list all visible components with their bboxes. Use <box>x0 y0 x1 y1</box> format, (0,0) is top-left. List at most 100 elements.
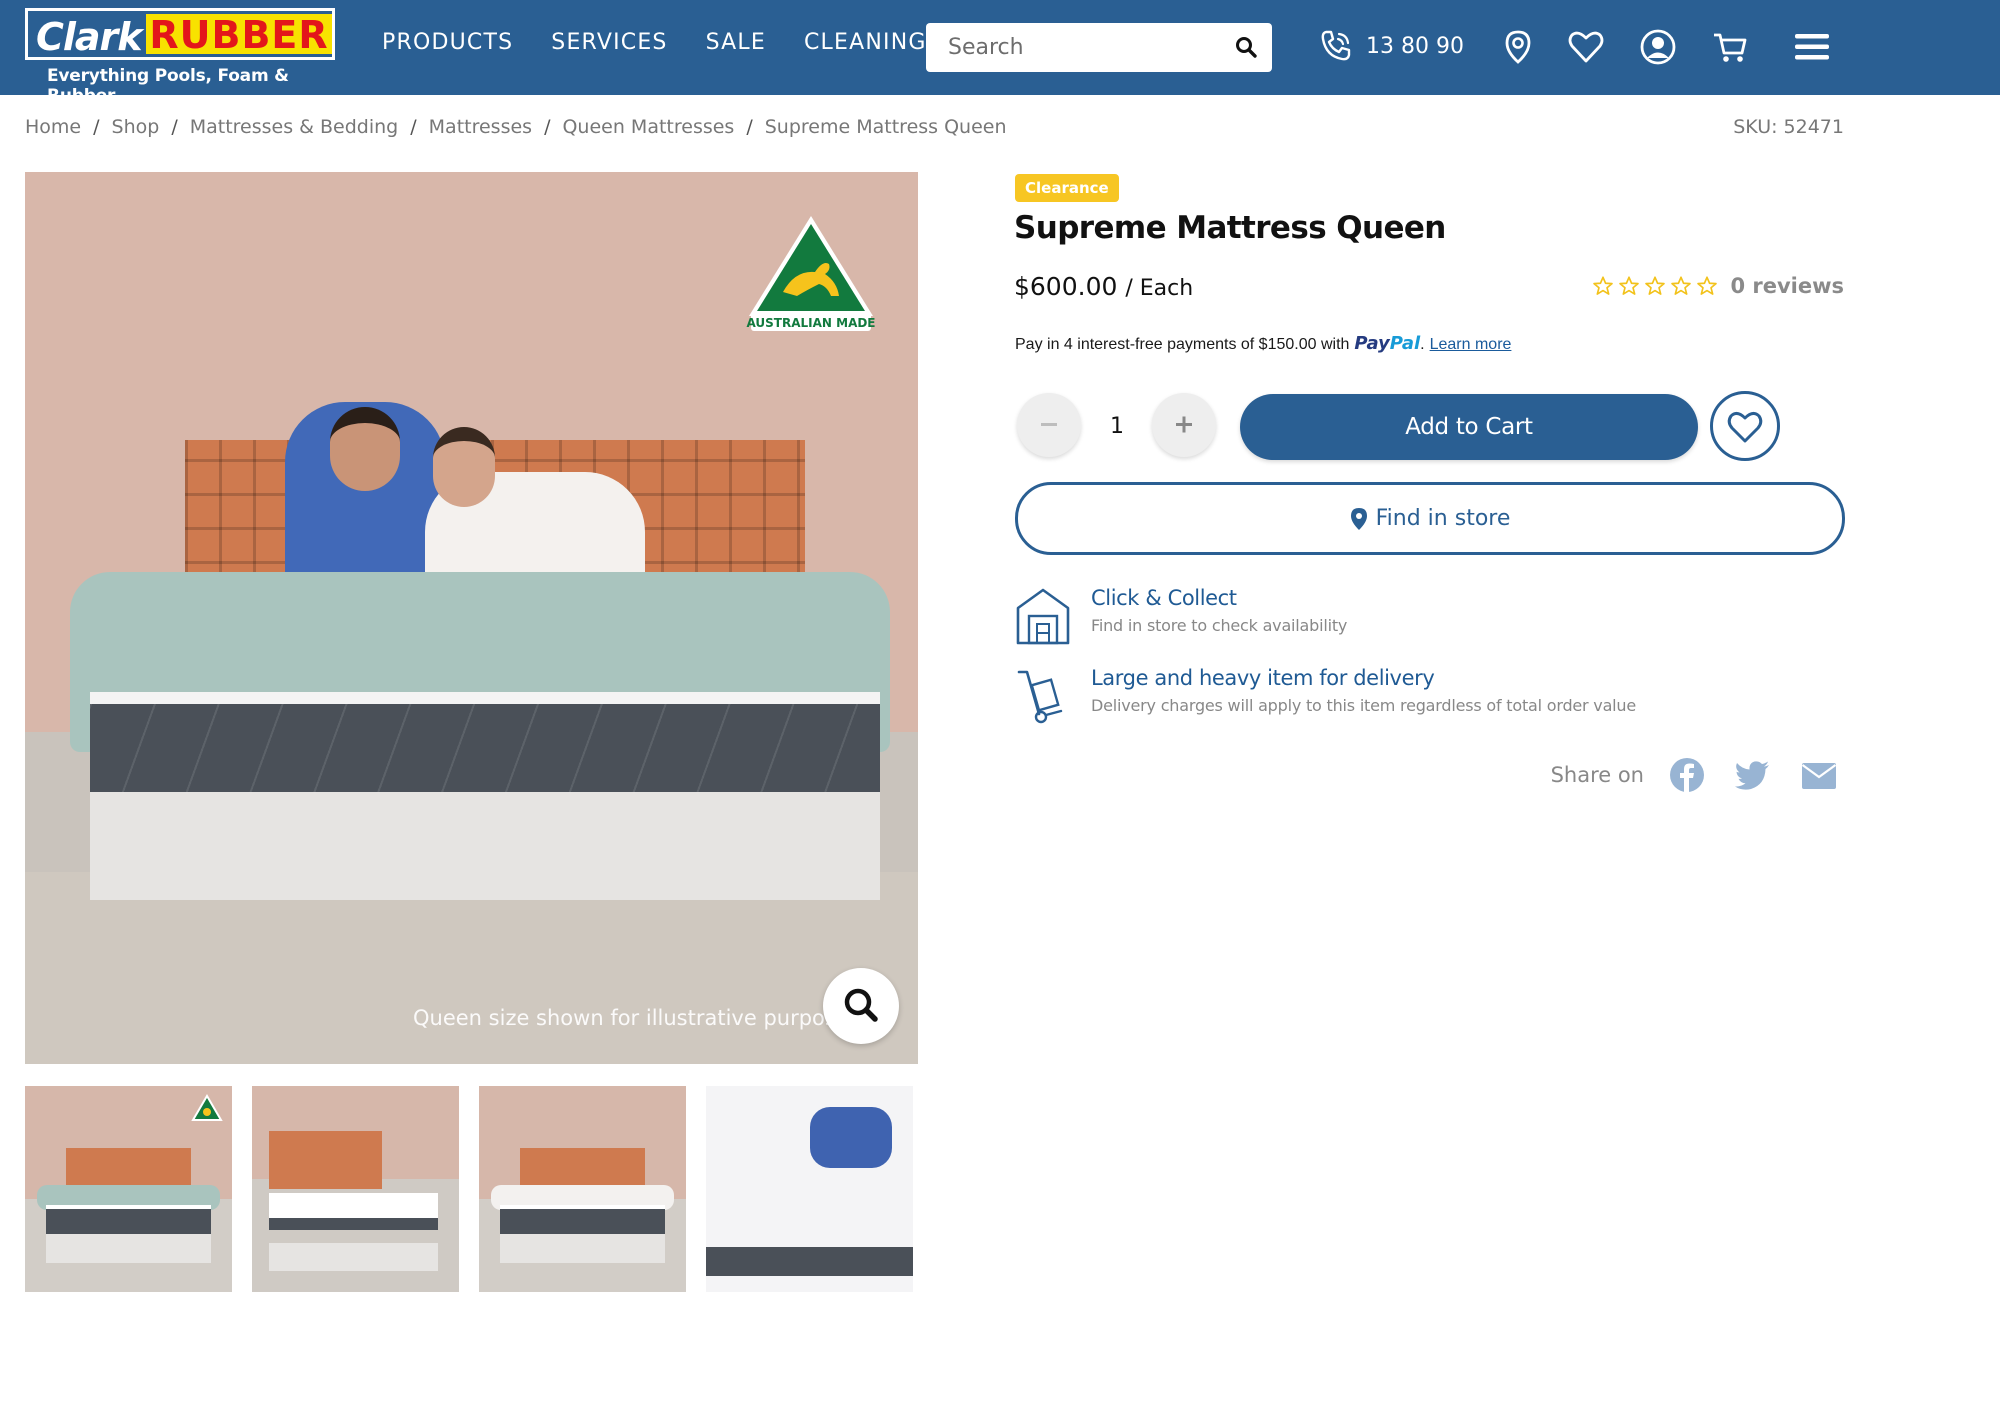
map-marker-icon <box>1350 507 1367 530</box>
share-bar: Share on <box>1551 756 1838 794</box>
australian-made-text: AUSTRALIAN MADE <box>746 316 875 330</box>
click-collect-title[interactable]: Click & Collect <box>1091 586 1347 610</box>
breadcrumb-queen-mattresses[interactable]: Queen Mattresses <box>562 116 734 138</box>
star-empty-icon <box>1619 276 1640 295</box>
heart-icon[interactable] <box>1566 27 1606 67</box>
thumb-person <box>809 1106 893 1169</box>
australian-made-icon <box>191 1094 223 1121</box>
nav-services[interactable]: SERVICES <box>551 30 667 55</box>
thumbnail-strip <box>25 1086 913 1292</box>
thumb-base <box>268 1242 439 1272</box>
delivery-info: Large and heavy item for delivery Delive… <box>1015 666 1636 726</box>
quantity-input[interactable] <box>1082 400 1152 452</box>
account-icon[interactable] <box>1638 27 1678 67</box>
location-pin-icon[interactable] <box>1498 27 1538 67</box>
facebook-icon[interactable] <box>1668 756 1706 794</box>
paypal-text: Pay in 4 interest-free payments of $150.… <box>1015 336 1350 353</box>
email-icon[interactable] <box>1800 756 1838 794</box>
search-input[interactable] <box>926 23 1226 72</box>
breadcrumb-separator: / <box>410 116 417 138</box>
twitter-icon[interactable] <box>1734 756 1772 794</box>
paypal-logo-pal: Pal <box>1389 333 1421 354</box>
breadcrumb: Home / Shop / Mattresses & Bedding / Mat… <box>25 116 1007 138</box>
zoom-button[interactable] <box>823 968 899 1044</box>
australian-made-logo: AUSTRALIAN MADE <box>746 216 876 331</box>
thumb-mattress <box>499 1205 666 1235</box>
logo-box: Clark RUBBER <box>25 8 335 60</box>
breadcrumb-home[interactable]: Home <box>25 116 81 138</box>
price-unit: / Each <box>1125 276 1194 301</box>
thumbnail-2[interactable] <box>252 1086 459 1292</box>
quantity-decrease-button[interactable] <box>1017 393 1081 457</box>
product-price: $600.00 / Each <box>1014 272 1193 301</box>
breadcrumb-shop[interactable]: Shop <box>112 116 160 138</box>
image-caption: Queen size shown for illustrative purpos… <box>413 1006 860 1030</box>
paypal-period: . <box>1420 336 1425 353</box>
breadcrumb-mattresses-bedding[interactable]: Mattresses & Bedding <box>190 116 399 138</box>
logo-word-rubber: RUBBER <box>146 14 332 56</box>
breadcrumb-separator: / <box>746 116 753 138</box>
find-in-store-button[interactable]: Find in store <box>1015 482 1845 555</box>
breadcrumb-separator: / <box>171 116 178 138</box>
delivery-subtitle: Delivery charges will apply to this item… <box>1091 696 1637 715</box>
paypal-learn-more-link[interactable]: Learn more <box>1430 336 1512 354</box>
reviews-link[interactable]: 0 reviews <box>1730 274 1844 298</box>
delivery-title: Large and heavy item for delivery <box>1091 666 1435 690</box>
paypal-logo-pay: Pay <box>1354 333 1390 354</box>
breadcrumb-separator: / <box>93 116 100 138</box>
thumb-base <box>499 1234 666 1264</box>
paypal-logo: PayPal <box>1354 333 1420 354</box>
share-label: Share on <box>1550 763 1644 787</box>
product-main-image[interactable]: AUSTRALIAN MADE Queen size shown for ill… <box>25 172 918 1064</box>
thumb-mattress <box>45 1205 212 1235</box>
clark-rubber-logo[interactable]: Clark RUBBER Everything Pools, Foam & Ru… <box>25 8 335 106</box>
breadcrumb-separator: / <box>544 116 551 138</box>
click-collect-info: Click & Collect Find in store to check a… <box>1015 586 1347 646</box>
nav-products[interactable]: PRODUCTS <box>382 30 513 55</box>
logo-tagline: Everything Pools, Foam & Rubber <box>47 66 289 106</box>
search-icon[interactable] <box>1234 35 1258 59</box>
magnifier-icon <box>844 988 878 1022</box>
cart-icon[interactable] <box>1710 27 1750 67</box>
image-bed-base <box>90 792 880 900</box>
image-person-man-head <box>330 407 400 491</box>
plus-icon <box>1176 416 1192 433</box>
phone-icon <box>1321 30 1351 61</box>
sku-label: SKU: 52471 <box>1733 116 1844 138</box>
hand-truck-icon <box>1017 670 1063 724</box>
minus-icon <box>1041 423 1057 426</box>
site-header: Clark RUBBER Everything Pools, Foam & Ru… <box>0 0 2000 106</box>
phone-link[interactable]: 13 80 90 <box>1318 28 1464 64</box>
breadcrumb-current: Supreme Mattress Queen <box>764 116 1007 138</box>
phone-number: 13 80 90 <box>1366 33 1464 59</box>
quantity-increase-button[interactable] <box>1152 393 1216 457</box>
star-empty-icon <box>1697 276 1718 295</box>
image-mattress <box>90 692 880 792</box>
paypal-message: Pay in 4 interest-free payments of $150.… <box>1015 333 1511 354</box>
clearance-badge: Clearance <box>1015 174 1119 202</box>
main-nav: PRODUCTS SERVICES SALE CLEANING <box>382 30 927 55</box>
add-to-wishlist-button[interactable] <box>1710 391 1780 461</box>
thumb-mattress <box>706 1246 913 1276</box>
thumb-headboard <box>268 1131 383 1189</box>
image-rug <box>25 872 918 1064</box>
add-to-cart-button[interactable]: Add to Cart <box>1240 394 1698 460</box>
image-person-woman-head <box>433 427 495 507</box>
thumb-mattress <box>268 1193 439 1231</box>
thumb-base <box>45 1234 212 1264</box>
product-title: Supreme Mattress Queen <box>1014 210 1446 246</box>
warehouse-icon <box>1016 588 1070 645</box>
star-empty-icon <box>1593 276 1614 295</box>
rating: 0 reviews <box>1592 274 1844 298</box>
thumbnail-4[interactable] <box>706 1086 913 1292</box>
breadcrumb-mattresses[interactable]: Mattresses <box>429 116 532 138</box>
click-collect-subtitle: Find in store to check availability <box>1091 616 1348 635</box>
find-in-store-label: Find in store <box>1375 506 1511 531</box>
price-value: $600.00 <box>1014 272 1118 301</box>
nav-cleaning[interactable]: CLEANING <box>804 30 927 55</box>
thumbnail-1[interactable] <box>25 1086 232 1292</box>
nav-sale[interactable]: SALE <box>706 30 766 55</box>
thumbnail-3[interactable] <box>479 1086 686 1292</box>
star-empty-icon <box>1671 276 1692 295</box>
menu-icon[interactable] <box>1792 27 1832 67</box>
